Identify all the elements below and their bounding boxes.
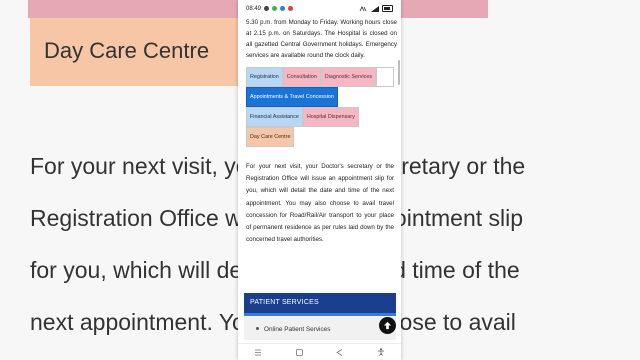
tab-financial-assistance[interactable]: Financial Assistance — [246, 107, 303, 127]
tab-day-care-centre[interactable]: Day Care Centre — [246, 127, 295, 147]
tab-blank — [376, 67, 394, 87]
status-left: 08:49 — [246, 5, 294, 12]
battery-icon — [382, 5, 393, 12]
intro-text: 5.30 p.m. from Monday to Friday. Working… — [246, 19, 397, 59]
status-right — [359, 5, 393, 12]
patient-services-header[interactable]: PATIENT SERVICES — [244, 293, 396, 316]
tab-row: Financial Assistance Hospital Dispensary — [246, 107, 394, 127]
page-content: 5.30 p.m. from Monday to Friday. Working… — [238, 17, 401, 246]
recents-icon — [255, 349, 262, 355]
online-services-label: Online Patient Services — [264, 326, 331, 333]
tab-row: Appointments & Travel Concession — [246, 87, 394, 107]
scroll-to-top-button[interactable] — [379, 317, 396, 334]
background-daycare-label: Day Care Centre — [44, 38, 210, 63]
appointment-text: For your next visit, your Doctor's secre… — [246, 163, 394, 244]
tab-row: Day Care Centre — [246, 127, 394, 147]
data-icon — [359, 5, 367, 11]
bullet-icon — [256, 327, 259, 330]
arrow-up-icon — [383, 321, 392, 330]
patient-services-heading: PATIENT SERVICES — [250, 299, 319, 306]
accessibility-button[interactable] — [374, 347, 388, 357]
whatsapp-icon — [272, 6, 278, 11]
online-services-item[interactable]: Online Patient Services — [244, 316, 396, 340]
back-icon — [336, 348, 343, 356]
tab-row: Registration Consultation Diagnostic Ser… — [246, 67, 394, 87]
scrollbar[interactable] — [398, 60, 400, 85]
service-tabs: Registration Consultation Diagnostic Ser… — [246, 67, 394, 147]
home-icon — [295, 348, 303, 356]
status-bar: 08:49 — [238, 0, 401, 17]
tab-registration[interactable]: Registration — [246, 67, 283, 87]
signal-icon — [371, 5, 379, 12]
tab-diagnostic-services[interactable]: Diagnostic Services — [320, 67, 377, 87]
android-nav-bar — [238, 343, 401, 360]
app-icon — [280, 6, 286, 11]
sim-icon — [264, 6, 270, 11]
accessibility-icon — [377, 348, 384, 356]
recents-button[interactable] — [251, 347, 265, 357]
notification-icon — [288, 6, 294, 11]
status-time: 08:49 — [246, 5, 262, 12]
phone-screen: 08:49 5.30 p.m. from Monday to Friday. W… — [238, 0, 401, 360]
tab-appointments-travel[interactable]: Appointments & Travel Concession — [246, 87, 338, 107]
tab-hospital-dispensary[interactable]: Hospital Dispensary — [302, 107, 359, 127]
back-button[interactable] — [333, 347, 347, 357]
home-button[interactable] — [292, 347, 306, 357]
tab-consultation[interactable]: Consultation — [282, 67, 321, 87]
